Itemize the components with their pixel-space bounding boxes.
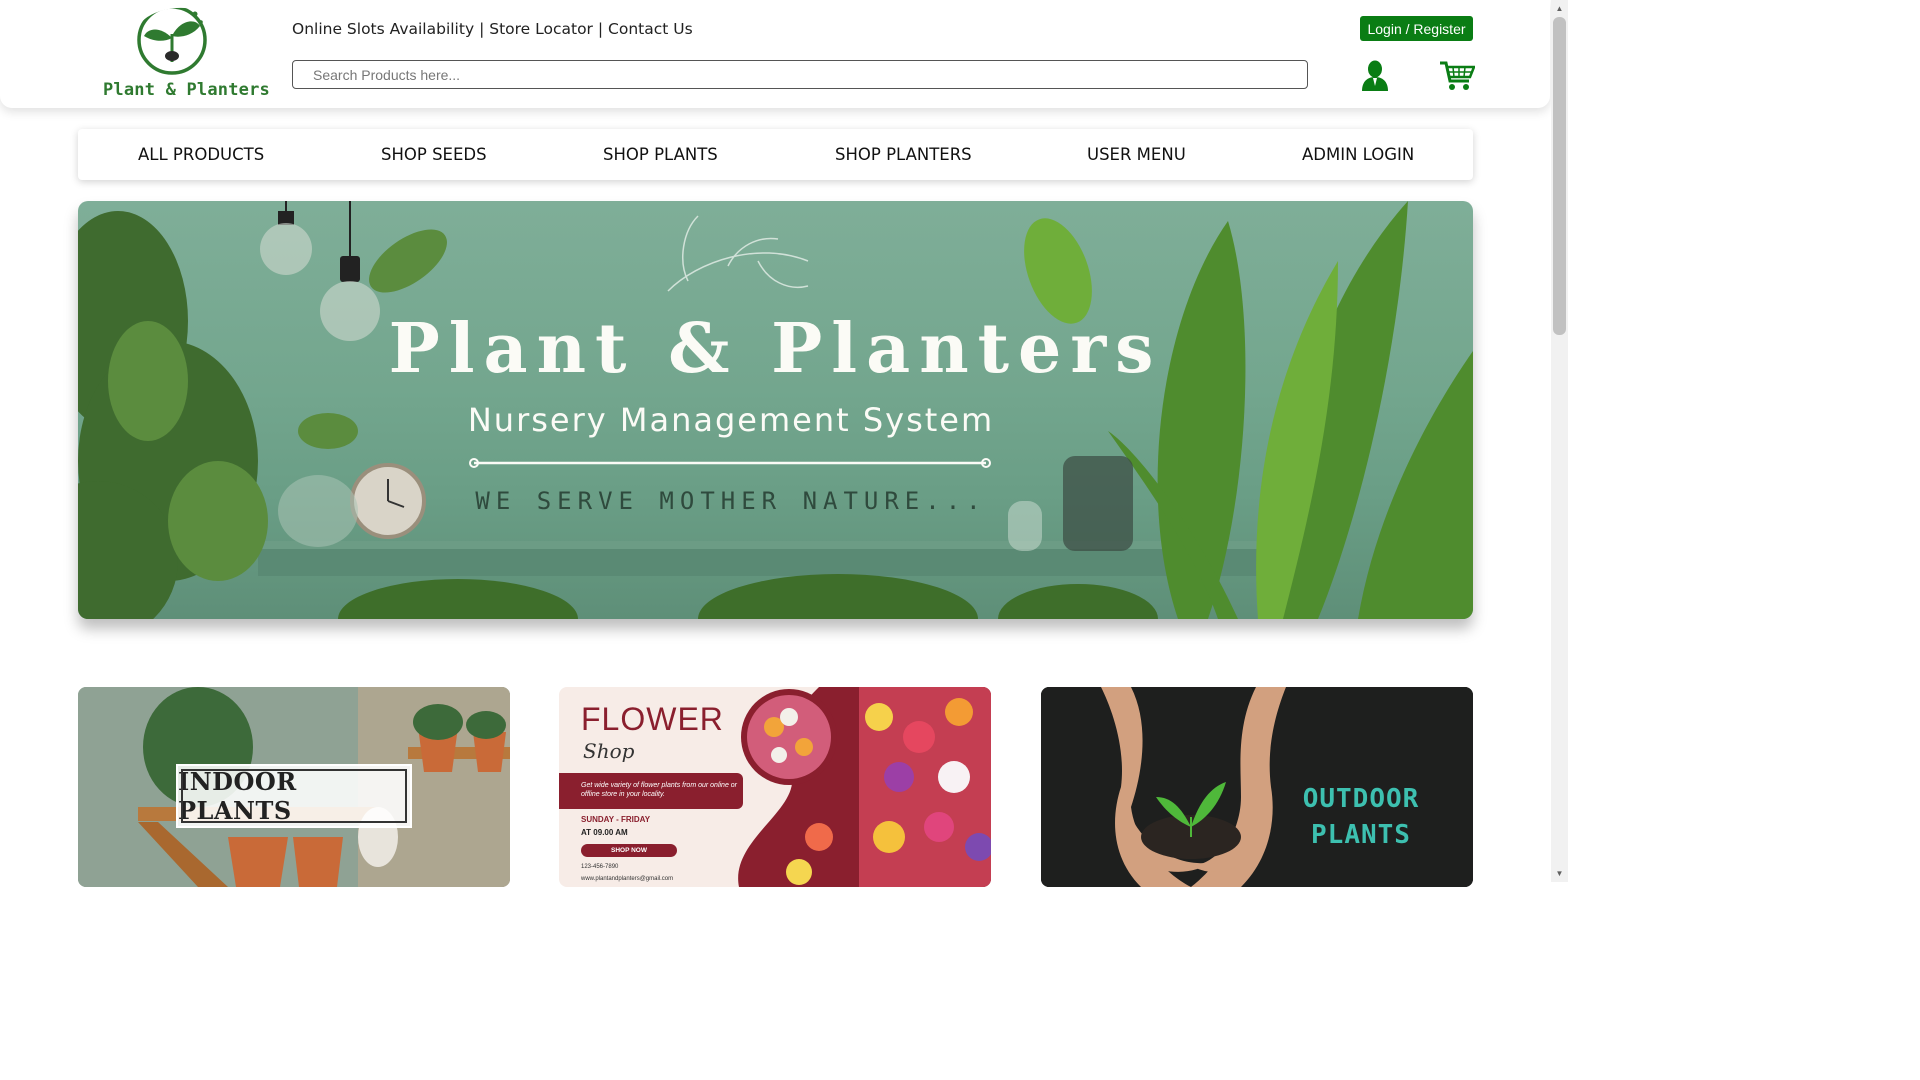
flower-script: Shop bbox=[583, 739, 635, 763]
main-nav: ALL PRODUCTS SHOP SEEDS SHOP PLANTS SHOP… bbox=[78, 129, 1473, 180]
hero-title: Plant & Planters bbox=[388, 309, 1163, 389]
category-card-indoor[interactable]: INDOOR PLANTS bbox=[78, 687, 510, 887]
indoor-plants-label: INDOOR PLANTS bbox=[176, 764, 412, 828]
outdoor-line2: PLANTS bbox=[1311, 819, 1411, 850]
contact-link[interactable]: Contact Us bbox=[608, 20, 693, 38]
nav-shop-plants[interactable]: SHOP PLANTS bbox=[603, 145, 718, 164]
flower-time: AT 09.00 AM bbox=[581, 828, 628, 837]
store-locator-link[interactable]: Store Locator bbox=[489, 20, 593, 38]
nav-user-menu[interactable]: USER MENU bbox=[1087, 145, 1186, 164]
scroll-up-arrow-icon[interactable]: ▲ bbox=[1551, 0, 1568, 17]
scrollbar-thumb[interactable] bbox=[1553, 17, 1566, 335]
flower-phone: 123-456-7890 bbox=[581, 864, 619, 870]
outdoor-line1: OUTDOOR bbox=[1302, 784, 1420, 814]
nav-shop-seeds[interactable]: SHOP SEEDS bbox=[381, 145, 487, 164]
link-separator: | bbox=[597, 20, 604, 38]
login-register-button[interactable]: Login / Register bbox=[1360, 16, 1473, 41]
search-input[interactable] bbox=[292, 60, 1308, 89]
flower-days: SUNDAY - FRIDAY bbox=[581, 815, 651, 824]
site-header: Plant & Planters Online Slots Availabili… bbox=[0, 0, 1550, 108]
category-card-flower[interactable]: FLOWER Shop Get wide variety of flower p… bbox=[559, 687, 991, 887]
link-separator: | bbox=[479, 20, 485, 38]
slots-link[interactable]: Online Slots Availability bbox=[292, 20, 474, 38]
scroll-down-arrow-icon[interactable]: ▼ bbox=[1551, 865, 1568, 882]
brand-name: Plant & Planters bbox=[103, 80, 270, 100]
hero-subtitle: Nursery Management System bbox=[467, 401, 995, 439]
hero-tagline: WE SERVE MOTHER NATURE... bbox=[475, 487, 987, 515]
user-icon[interactable] bbox=[1360, 59, 1390, 92]
hero-banner: Plant & Planters Nursery Management Syst… bbox=[78, 201, 1473, 619]
top-links: Online Slots Availability | Store Locato… bbox=[292, 20, 693, 38]
flower-shop-now-button[interactable]: SHOP NOW bbox=[581, 844, 677, 857]
flower-description: Get wide variety of flower plants from o… bbox=[559, 773, 743, 809]
page-scrollbar[interactable]: ▲ ▼ bbox=[1551, 0, 1568, 882]
flower-email: www.plantandplanters@gmail.com bbox=[581, 876, 674, 882]
nav-shop-planters[interactable]: SHOP PLANTERS bbox=[835, 145, 972, 164]
flower-title: FLOWER bbox=[581, 701, 724, 737]
outdoor-plants-label: OUTDOOR PLANTS bbox=[1271, 782, 1451, 854]
category-card-outdoor[interactable]: OUTDOOR PLANTS bbox=[1041, 687, 1473, 887]
cart-icon[interactable] bbox=[1439, 59, 1475, 92]
nav-admin-login[interactable]: ADMIN LOGIN bbox=[1302, 145, 1414, 164]
nav-all-products[interactable]: ALL PRODUCTS bbox=[138, 145, 264, 164]
